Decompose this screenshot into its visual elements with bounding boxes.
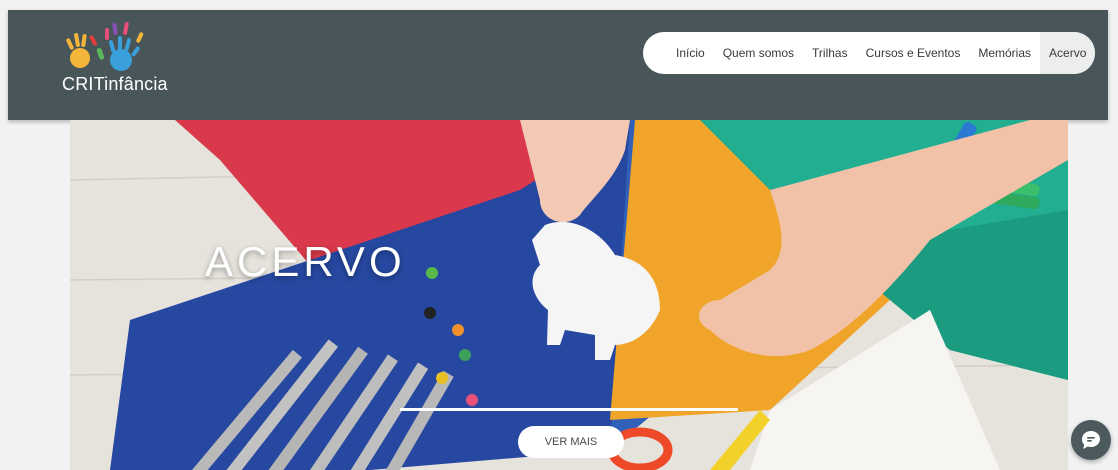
- nav-item-cursos-e-eventos[interactable]: Cursos e Eventos: [857, 32, 970, 74]
- hero-divider: [400, 408, 738, 411]
- handprints-icon: [66, 22, 144, 71]
- hero-banner: ACERVO VER MAIS: [70, 120, 1068, 470]
- nav-item-acervo[interactable]: Acervo: [1040, 32, 1095, 74]
- nav-item-quem-somos[interactable]: Quem somos: [714, 32, 803, 74]
- hero-background-image: [70, 120, 1068, 470]
- chat-bubble-icon: [1082, 431, 1100, 449]
- chat-button[interactable]: [1071, 420, 1111, 460]
- ver-mais-button[interactable]: VER MAIS: [518, 426, 624, 458]
- logo-text: CRITinfância: [62, 74, 168, 94]
- nav-item-memorias[interactable]: Memórias: [969, 32, 1040, 74]
- nav-item-trilhas[interactable]: Trilhas: [803, 32, 857, 74]
- nav-item-inicio[interactable]: Início: [643, 32, 714, 74]
- hero-title: ACERVO: [205, 238, 406, 285]
- main-navigation: Início Quem somos Trilhas Cursos e Event…: [643, 32, 1095, 74]
- site-header: CRITinfância Início Quem somos Trilhas C…: [8, 10, 1108, 120]
- site-logo[interactable]: CRITinfância: [58, 18, 178, 103]
